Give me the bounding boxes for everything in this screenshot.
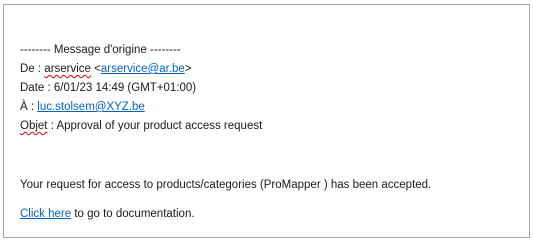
email-content: -------- Message d'origine -------- De :…: [20, 41, 431, 224]
date-value: 6/01/23 14:49 (GMT+01:00): [53, 82, 197, 94]
from-name: arservice: [44, 63, 91, 75]
date-label: Date :: [20, 82, 54, 94]
date-line: Date : 6/01/23 14:49 (GMT+01:00): [20, 79, 431, 98]
body-message: Your request for access to products/cate…: [20, 179, 432, 191]
original-message-separator: -------- Message d'origine --------: [20, 44, 181, 56]
from-email-link[interactable]: arservice@ar.be: [101, 63, 185, 75]
documentation-line: Click here to go to documentation.: [20, 205, 431, 224]
to-label: À :: [20, 101, 38, 113]
from-label: De :: [20, 63, 45, 75]
to-email-link[interactable]: luc.stolsem@XYZ.be: [37, 101, 145, 113]
documentation-text: to go to documentation.: [71, 208, 195, 220]
subject-label: Objet: [20, 120, 48, 132]
email-panel: -------- Message d'origine -------- De :…: [3, 4, 530, 238]
click-here-link[interactable]: Click here: [20, 208, 71, 220]
to-line: À : luc.stolsem@XYZ.be: [20, 98, 431, 117]
from-line: De : arservice <arservice@ar.be>: [20, 63, 192, 75]
subject-line: Objet : Approval of your product access …: [20, 117, 431, 136]
subject-value: : Approval of your product access reques…: [47, 120, 263, 132]
